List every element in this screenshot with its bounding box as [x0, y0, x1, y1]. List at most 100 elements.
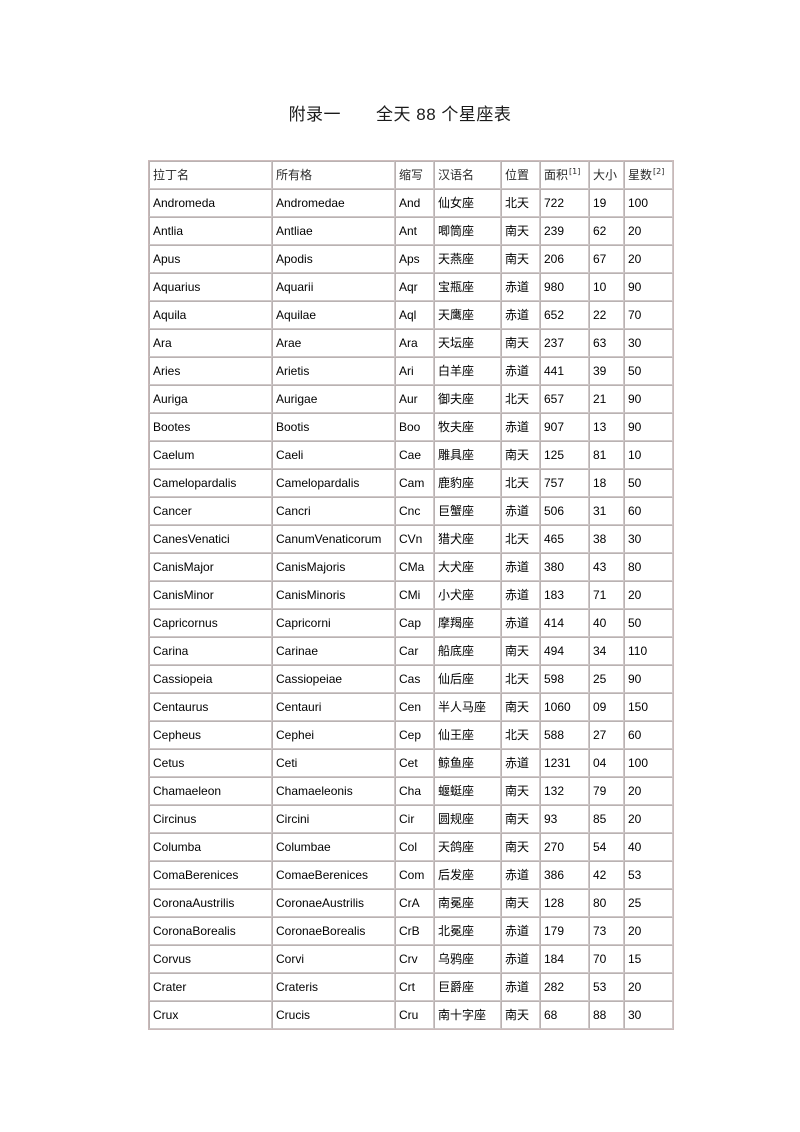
table-row: Bootes Bootis Boo 牧夫座 赤道 907 13 90	[149, 413, 673, 441]
cell-chinese-name: 鲸鱼座	[434, 749, 501, 777]
cell-size-rank: 19	[589, 189, 624, 217]
cell-size-rank: 21	[589, 385, 624, 413]
cell-star-count: 150	[624, 693, 673, 721]
cell-genitive: Antliae	[272, 217, 395, 245]
table-row: Crater Crateris Crt 巨爵座 赤道 282 53 20	[149, 973, 673, 1001]
cell-genitive: CanumVenaticorum	[272, 525, 395, 553]
cell-chinese-name: 御夫座	[434, 385, 501, 413]
cell-genitive: Arae	[272, 329, 395, 357]
cell-genitive: CoronaeBorealis	[272, 917, 395, 945]
cell-star-count: 10	[624, 441, 673, 469]
cell-area: 757	[540, 469, 589, 497]
cell-star-count: 80	[624, 553, 673, 581]
cell-position: 南天	[501, 805, 540, 833]
table-row: Columba Columbae Col 天鸽座 南天 270 54 40	[149, 833, 673, 861]
cell-abbreviation: Cen	[395, 693, 434, 721]
cell-latin-name: Antlia	[149, 217, 272, 245]
cell-star-count: 110	[624, 637, 673, 665]
cell-genitive: Apodis	[272, 245, 395, 273]
cell-star-count: 20	[624, 777, 673, 805]
cell-star-count: 40	[624, 833, 673, 861]
cell-position: 北天	[501, 189, 540, 217]
column-header-label: 所有格	[276, 168, 313, 182]
cell-area: 652	[540, 301, 589, 329]
table-row: Aquila Aquilae Aql 天鹰座 赤道 652 22 70	[149, 301, 673, 329]
cell-genitive: Carinae	[272, 637, 395, 665]
cell-position: 北天	[501, 469, 540, 497]
cell-genitive: Aquilae	[272, 301, 395, 329]
cell-chinese-name: 大犬座	[434, 553, 501, 581]
cell-abbreviation: Aur	[395, 385, 434, 413]
cell-area: 93	[540, 805, 589, 833]
cell-area: 414	[540, 609, 589, 637]
column-header-label: 星数	[628, 168, 653, 182]
cell-abbreviation: CrB	[395, 917, 434, 945]
cell-star-count: 30	[624, 525, 673, 553]
cell-star-count: 90	[624, 413, 673, 441]
cell-latin-name: Auriga	[149, 385, 272, 413]
cell-area: 494	[540, 637, 589, 665]
column-header-genitive: 所有格	[272, 161, 395, 189]
cell-position: 赤道	[501, 749, 540, 777]
cell-star-count: 20	[624, 245, 673, 273]
cell-area: 239	[540, 217, 589, 245]
cell-abbreviation: Boo	[395, 413, 434, 441]
table-row: Circinus Circini Cir 圆规座 南天 93 85 20	[149, 805, 673, 833]
cell-position: 赤道	[501, 413, 540, 441]
cell-star-count: 60	[624, 721, 673, 749]
cell-size-rank: 04	[589, 749, 624, 777]
cell-size-rank: 09	[589, 693, 624, 721]
table-row: Andromeda Andromedae And 仙女座 北天 722 19 100	[149, 189, 673, 217]
table-row: Cassiopeia Cassiopeiae Cas 仙后座 北天 598 25 90	[149, 665, 673, 693]
cell-latin-name: Corvus	[149, 945, 272, 973]
cell-position: 南天	[501, 217, 540, 245]
cell-star-count: 20	[624, 973, 673, 1001]
cell-abbreviation: Cru	[395, 1001, 434, 1029]
cell-genitive: Centauri	[272, 693, 395, 721]
cell-area: 206	[540, 245, 589, 273]
cell-genitive: Aquarii	[272, 273, 395, 301]
cell-latin-name: Bootes	[149, 413, 272, 441]
cell-star-count: 50	[624, 469, 673, 497]
cell-latin-name: CoronaBorealis	[149, 917, 272, 945]
cell-chinese-name: 天燕座	[434, 245, 501, 273]
constellation-table-container: 拉丁名 所有格 缩写 汉语名 位置 面积[1] 大小 星数[2] Andromeda Andro…	[148, 160, 674, 1030]
cell-size-rank: 39	[589, 357, 624, 385]
cell-latin-name: Columba	[149, 833, 272, 861]
cell-genitive: CanisMajoris	[272, 553, 395, 581]
cell-latin-name: Chamaeleon	[149, 777, 272, 805]
cell-size-rank: 70	[589, 945, 624, 973]
cell-genitive: Circini	[272, 805, 395, 833]
cell-chinese-name: 宝瓶座	[434, 273, 501, 301]
column-header-label: 汉语名	[438, 168, 475, 182]
cell-position: 赤道	[501, 273, 540, 301]
cell-size-rank: 31	[589, 497, 624, 525]
cell-star-count: 90	[624, 665, 673, 693]
cell-genitive: CanisMinoris	[272, 581, 395, 609]
table-row: Caelum Caeli Cae 雕具座 南天 125 81 10	[149, 441, 673, 469]
cell-size-rank: 79	[589, 777, 624, 805]
column-header-label: 大小	[593, 168, 618, 182]
cell-chinese-name: 后发座	[434, 861, 501, 889]
column-header-area: 面积[1]	[540, 161, 589, 189]
cell-area: 657	[540, 385, 589, 413]
cell-star-count: 100	[624, 749, 673, 777]
cell-position: 赤道	[501, 357, 540, 385]
cell-chinese-name: 牧夫座	[434, 413, 501, 441]
cell-chinese-name: 半人马座	[434, 693, 501, 721]
cell-area: 179	[540, 917, 589, 945]
column-header-chinese-name: 汉语名	[434, 161, 501, 189]
cell-size-rank: 73	[589, 917, 624, 945]
cell-latin-name: CanisMinor	[149, 581, 272, 609]
cell-chinese-name: 小犬座	[434, 581, 501, 609]
cell-chinese-name: 鹿豹座	[434, 469, 501, 497]
cell-abbreviation: And	[395, 189, 434, 217]
cell-area: 237	[540, 329, 589, 357]
table-row: Auriga Aurigae Aur 御夫座 北天 657 21 90	[149, 385, 673, 413]
cell-latin-name: Andromeda	[149, 189, 272, 217]
cell-genitive: Crateris	[272, 973, 395, 1001]
cell-chinese-name: 巨蟹座	[434, 497, 501, 525]
cell-latin-name: Carina	[149, 637, 272, 665]
cell-area: 128	[540, 889, 589, 917]
cell-abbreviation: Cnc	[395, 497, 434, 525]
